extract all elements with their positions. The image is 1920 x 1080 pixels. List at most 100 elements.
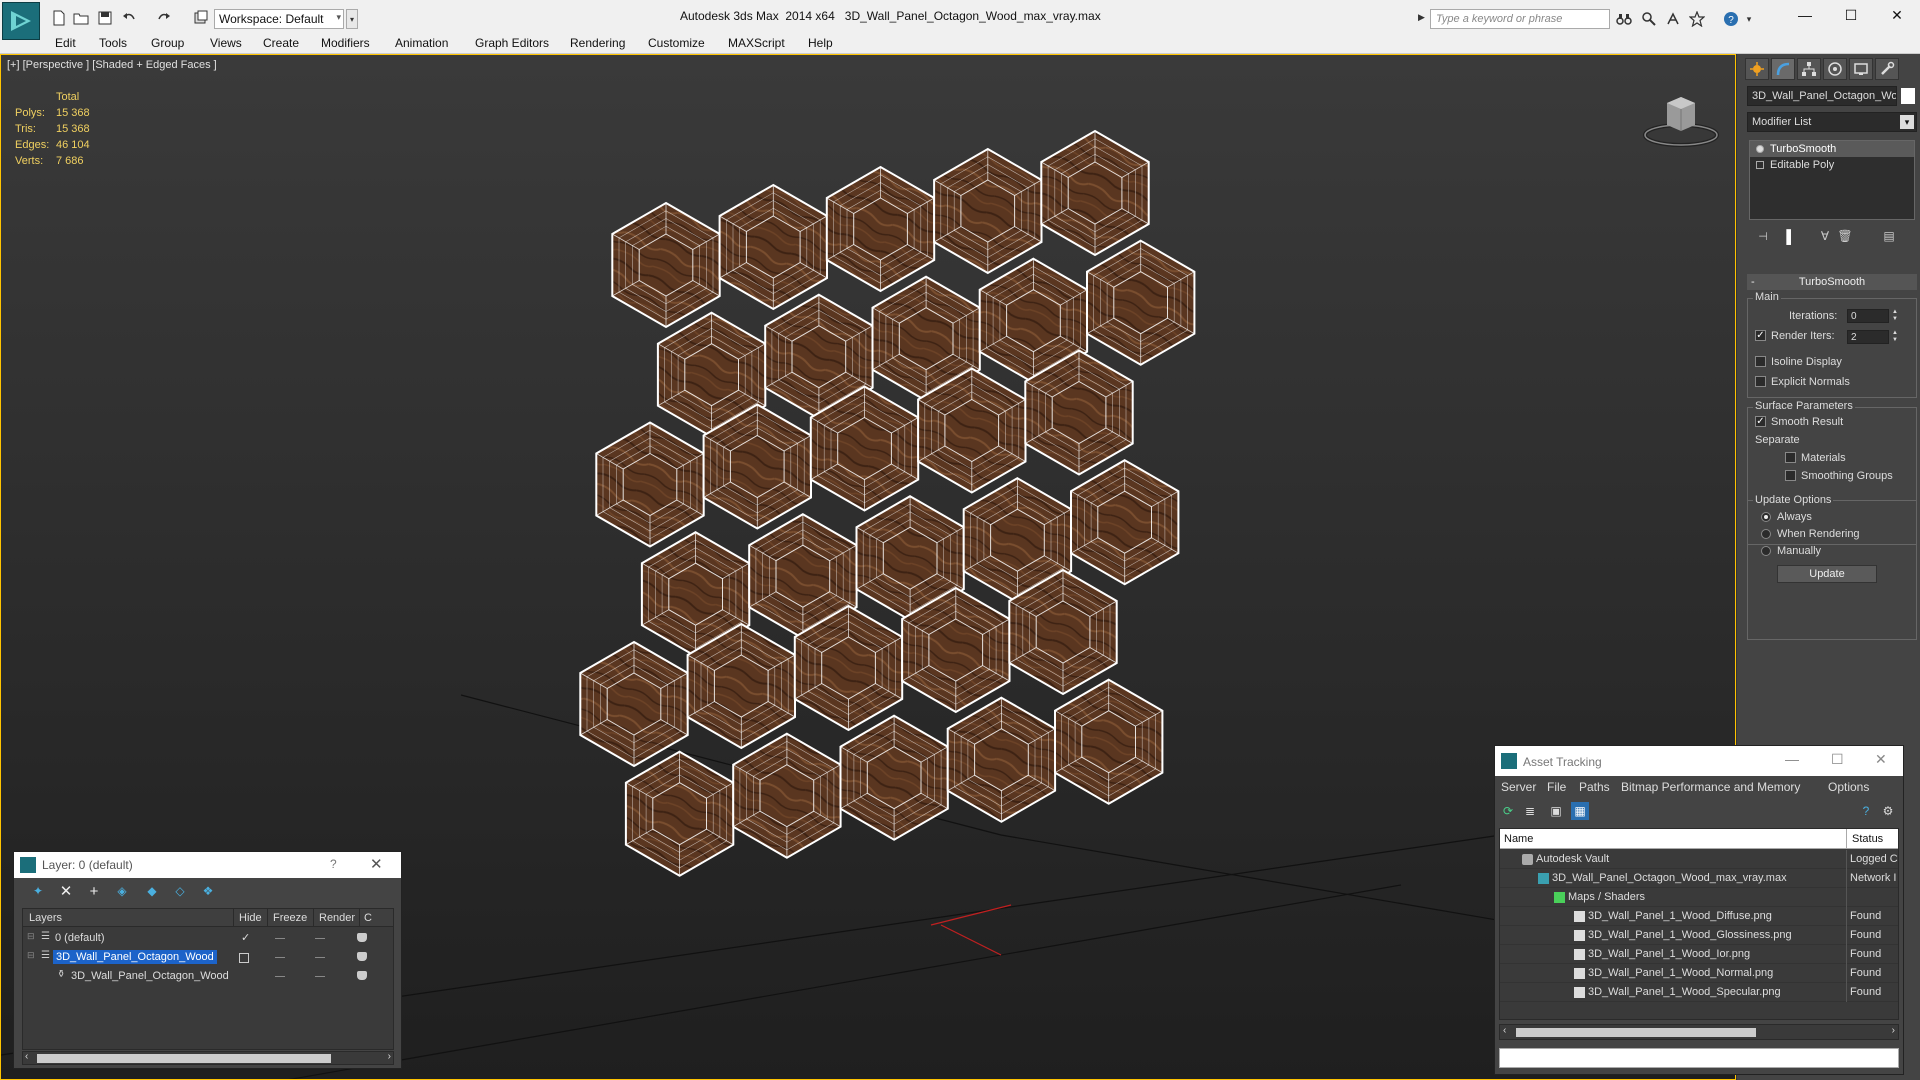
quick-access-dropdown[interactable]: ▾ [346, 9, 358, 29]
close-button[interactable]: ✕ [1874, 4, 1920, 26]
maximize-button[interactable]: ☐ [1828, 4, 1874, 26]
motion-tab-icon[interactable] [1823, 58, 1847, 80]
layer-dialog-titlebar[interactable]: Layer: 0 (default) ? ✕ [14, 852, 401, 878]
save-file-icon[interactable] [96, 9, 114, 27]
add-to-layer-icon[interactable]: + [84, 882, 104, 900]
search-expand-icon[interactable]: ▶ [1418, 12, 1425, 23]
set-current-layer-icon[interactable] [239, 953, 249, 963]
vault-help-icon[interactable]: ? [1857, 802, 1875, 820]
current-layer-check[interactable]: ✓ [241, 931, 250, 944]
layer-row-object[interactable]: ⚱ 3D_Wall_Panel_Octagon_Wood [23, 967, 393, 986]
search-input[interactable]: Type a keyword or phrase [1430, 9, 1610, 29]
open-file-icon[interactable] [72, 9, 90, 27]
maximize-icon[interactable]: ☐ [1831, 751, 1844, 768]
turbosmooth-rollout-header[interactable]: - TurboSmooth [1747, 274, 1917, 290]
subscription-icon[interactable] [1640, 10, 1658, 28]
help-icon[interactable]: ? [1722, 10, 1740, 28]
menu-help[interactable]: Help [808, 36, 833, 50]
freeze-unfreeze-icon[interactable]: ❖ [198, 882, 218, 900]
help-icon[interactable]: ? [330, 857, 337, 871]
render-iters-checkbox[interactable]: ✓ [1755, 330, 1766, 341]
spinner-arrows-icon[interactable]: ▲ ▼ [1891, 330, 1899, 344]
help-dropdown-icon[interactable]: ▾ [1740, 10, 1758, 28]
asset-row-normal[interactable]: 3D_Wall_Panel_1_Wood_Normal.png Found [1500, 964, 1898, 983]
refresh-icon[interactable]: ⟳ [1499, 802, 1517, 820]
asset-row-max-file[interactable]: 3D_Wall_Panel_Octagon_Wood_max_vray.max … [1500, 869, 1898, 888]
layer-horizontal-scrollbar[interactable]: ‹ › [22, 1051, 394, 1065]
col-hide[interactable]: Hide [239, 912, 262, 924]
lightbulb-icon[interactable] [1756, 145, 1764, 153]
render-teapot-icon[interactable] [357, 933, 367, 942]
hide-toggle[interactable] [275, 976, 285, 977]
freeze-toggle[interactable] [315, 976, 325, 977]
list-view-icon[interactable]: ≣ [1521, 802, 1539, 820]
asset-row-specular[interactable]: 3D_Wall_Panel_1_Wood_Specular.png Found [1500, 983, 1898, 1002]
object-name[interactable]: 3D_Wall_Panel_Octagon_Wood [71, 970, 229, 982]
col-color[interactable]: C [364, 912, 372, 924]
layer-name[interactable]: 3D_Wall_Panel_Octagon_Wood [53, 950, 217, 964]
asset-horizontal-scrollbar[interactable]: ‹ › [1499, 1024, 1899, 1040]
menu-graph-editors[interactable]: Graph Editors [475, 36, 549, 50]
layer-row-default[interactable]: ⊟ ☰ 0 (default) ✓ [23, 929, 393, 948]
workspace-selector[interactable]: Workspace: Default ▾ [214, 9, 344, 29]
isoline-display-checkbox[interactable] [1755, 356, 1766, 367]
col-status[interactable]: Status [1852, 833, 1883, 845]
asset-menu-server[interactable]: Server [1501, 780, 1536, 794]
menu-modifiers[interactable]: Modifiers [321, 36, 370, 50]
project-folder-icon[interactable] [192, 9, 210, 27]
close-icon[interactable]: ✕ [1875, 751, 1887, 768]
options-icon[interactable]: ⚙ [1879, 802, 1897, 820]
highlight-selected-icon[interactable]: ◆ [142, 882, 162, 900]
asset-row-glossiness[interactable]: 3D_Wall_Panel_1_Wood_Glossiness.png Foun… [1500, 926, 1898, 945]
render-teapot-icon[interactable] [357, 971, 367, 980]
create-tab-icon[interactable] [1745, 58, 1769, 80]
asset-menu-options[interactable]: Options [1828, 780, 1869, 794]
menu-rendering[interactable]: Rendering [570, 36, 625, 50]
asset-row-ior[interactable]: 3D_Wall_Panel_1_Wood_Ior.png Found [1500, 945, 1898, 964]
utilities-tab-icon[interactable] [1875, 58, 1899, 80]
viewcube-icon[interactable] [1641, 91, 1721, 151]
render-iters-spinner[interactable]: 2 [1847, 330, 1889, 344]
layer-name[interactable]: 0 (default) [55, 932, 105, 944]
col-render[interactable]: Render [319, 912, 355, 924]
separate-smoothing-groups-checkbox[interactable] [1785, 470, 1796, 481]
thumbnail-view-icon[interactable]: ▣ [1547, 802, 1565, 820]
menu-views[interactable]: Views [210, 36, 242, 50]
asset-row-vault[interactable]: Autodesk Vault Logged C [1500, 850, 1898, 869]
asset-menu-file[interactable]: File [1547, 780, 1566, 794]
iterations-spinner[interactable]: 0 [1847, 309, 1889, 323]
asset-menu-paths[interactable]: Paths [1579, 780, 1610, 794]
show-end-result-icon[interactable]: ▌ [1781, 226, 1801, 246]
expand-icon[interactable]: ⊟ [27, 950, 35, 961]
app-logo[interactable] [2, 2, 40, 40]
asset-row-diffuse[interactable]: 3D_Wall_Panel_1_Wood_Diffuse.png Found [1500, 907, 1898, 926]
menu-edit[interactable]: Edit [55, 36, 76, 50]
freeze-toggle[interactable] [315, 957, 325, 958]
scroll-right-icon[interactable]: › [1892, 1025, 1895, 1036]
hide-toggle[interactable] [275, 938, 285, 939]
col-name[interactable]: Name [1504, 833, 1533, 845]
scroll-right-icon[interactable]: › [388, 1051, 391, 1062]
hide-toggle[interactable] [275, 957, 285, 958]
scroll-thumb[interactable] [1516, 1028, 1756, 1037]
menu-create[interactable]: Create [263, 36, 299, 50]
new-file-icon[interactable] [50, 9, 68, 27]
menu-customize[interactable]: Customize [648, 36, 705, 50]
render-teapot-icon[interactable] [357, 952, 367, 961]
explicit-normals-checkbox[interactable] [1755, 376, 1766, 387]
update-when-rendering-radio[interactable] [1761, 529, 1771, 539]
scroll-left-icon[interactable]: ‹ [25, 1051, 28, 1062]
spinner-arrows-icon[interactable]: ▲ ▼ [1891, 309, 1899, 323]
communication-center-icon[interactable] [1664, 10, 1682, 28]
minimize-button[interactable]: — [1782, 4, 1828, 26]
redo-icon[interactable] [155, 9, 173, 27]
select-objects-icon[interactable]: ◈ [112, 882, 132, 900]
scroll-left-icon[interactable]: ‹ [1503, 1025, 1506, 1036]
update-always-radio[interactable] [1761, 512, 1771, 522]
menu-group[interactable]: Group [151, 36, 184, 50]
asset-menu-bitmap-performance[interactable]: Bitmap Performance and Memory [1621, 780, 1800, 794]
viewport-label[interactable]: [+] [Perspective ] [Shaded + Edged Faces… [7, 59, 217, 71]
table-view-icon[interactable]: ▦ [1571, 802, 1589, 820]
menu-animation[interactable]: Animation [395, 36, 448, 50]
update-manually-radio[interactable] [1761, 546, 1771, 556]
